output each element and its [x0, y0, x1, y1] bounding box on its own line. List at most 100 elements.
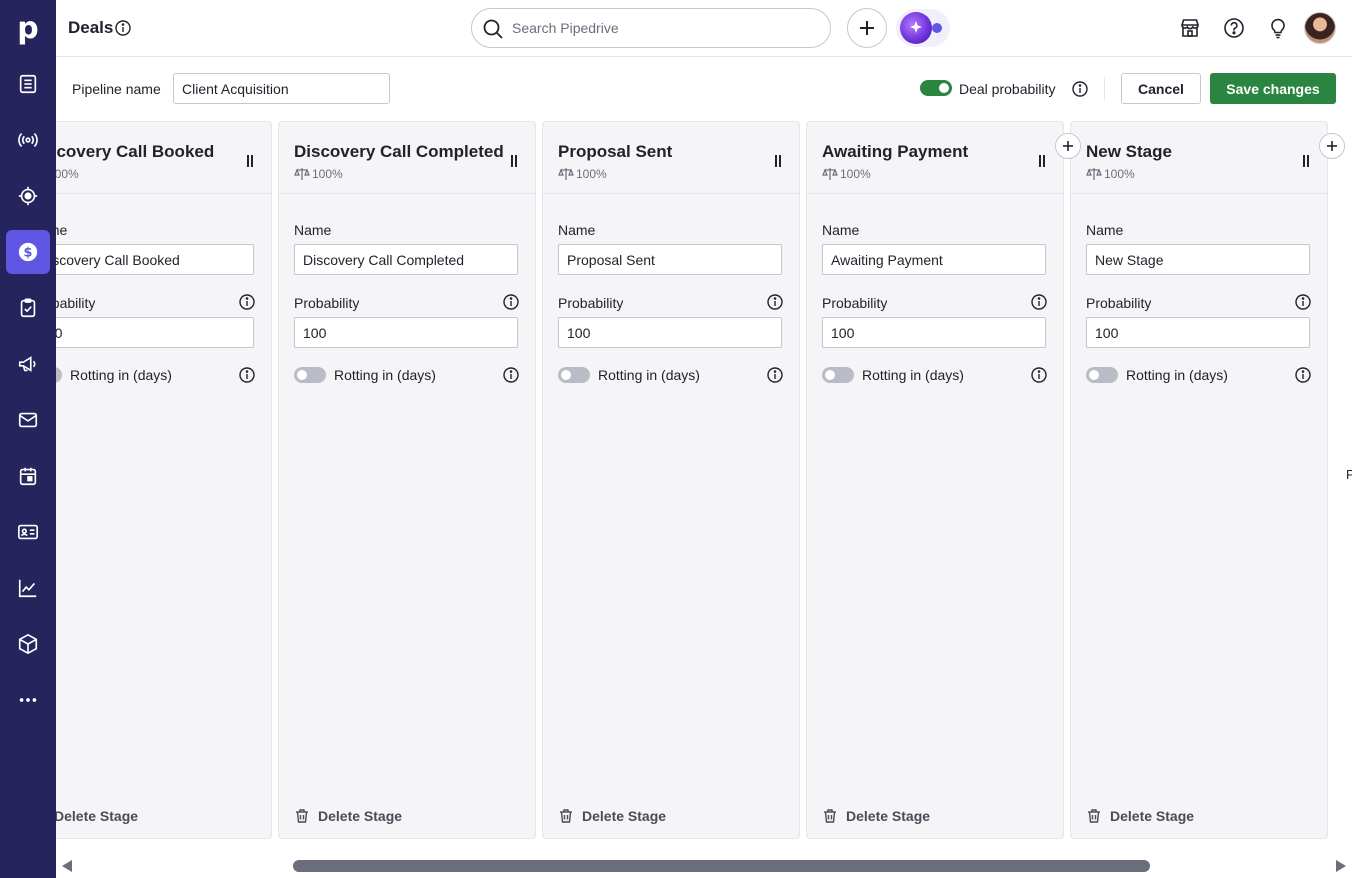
info-icon[interactable] — [766, 366, 784, 389]
rotting-toggle[interactable] — [1086, 367, 1118, 383]
stage-title: Proposal Sent — [558, 142, 673, 161]
nav-mail-icon[interactable] — [6, 398, 50, 442]
scroll-left-arrow-icon[interactable] — [62, 860, 72, 872]
pipedrive-logo[interactable]: p — [0, 0, 56, 56]
rotting-label: Rotting in (days) — [598, 367, 700, 383]
info-icon[interactable] — [1294, 366, 1312, 389]
stage-title: New Stage — [1086, 142, 1172, 161]
rotting-toggle[interactable] — [294, 367, 326, 383]
stage-title: Discovery Call Booked — [56, 142, 215, 161]
cancel-button[interactable]: Cancel — [1121, 73, 1201, 104]
stage-name-input[interactable] — [1086, 244, 1310, 275]
stage-header[interactable]: Discovery Call Completed 100% — [279, 122, 535, 194]
search-input[interactable] — [512, 18, 812, 38]
deal-probability-toggle[interactable] — [920, 80, 952, 96]
drag-handle-icon[interactable] — [247, 155, 253, 167]
delete-stage-button[interactable]: Delete Stage — [1086, 808, 1194, 824]
user-avatar[interactable] — [1304, 12, 1336, 44]
pipeline-settings-bar: Pipeline name Deal probability Cancel Sa… — [56, 57, 1352, 119]
plus-icon — [1327, 141, 1337, 151]
stage-probability: 100% — [822, 167, 871, 181]
nav-megaphone-icon[interactable] — [6, 342, 50, 386]
info-icon[interactable] — [238, 366, 256, 389]
info-icon[interactable] — [1030, 366, 1048, 389]
stage-name-input[interactable] — [558, 244, 782, 275]
lightbulb-icon[interactable] — [1264, 14, 1292, 42]
delete-stage-button[interactable]: Delete Stage — [294, 808, 402, 824]
drag-handle-icon[interactable] — [1039, 155, 1045, 167]
stage-name-input[interactable] — [56, 244, 254, 275]
probability-input[interactable] — [294, 317, 518, 348]
pipeline-name-label: Pipeline name — [72, 81, 161, 97]
stage-title: Awaiting Payment — [822, 142, 969, 161]
top-bar: Deals — [56, 0, 1352, 57]
nav-box-icon[interactable] — [6, 622, 50, 666]
delete-stage-button[interactable]: Delete Stage — [822, 808, 930, 824]
info-icon[interactable] — [1071, 80, 1089, 103]
info-icon[interactable] — [766, 293, 784, 316]
info-icon[interactable] — [1294, 293, 1312, 316]
nav-chart-line-icon[interactable] — [6, 566, 50, 610]
add-stage-button[interactable] — [1055, 133, 1081, 159]
stage-name-input[interactable] — [822, 244, 1046, 275]
delete-stage-button[interactable]: Delete Stage — [558, 808, 666, 824]
stage-name-label: Name — [56, 222, 68, 238]
probability-input[interactable] — [1086, 317, 1310, 348]
scrollbar-thumb[interactable] — [293, 860, 1150, 872]
stage-column: New Stage 100% Name Probability Rotting … — [1070, 121, 1328, 839]
probability-input[interactable] — [558, 317, 782, 348]
marketplace-store-icon[interactable] — [1176, 14, 1204, 42]
scale-icon — [1086, 168, 1102, 180]
rotting-toggle[interactable] — [822, 367, 854, 383]
stage-header[interactable]: Awaiting Payment 100% — [807, 122, 1063, 194]
stage-header[interactable]: Proposal Sent 100% — [543, 122, 799, 194]
probability-label: Probability — [294, 295, 360, 311]
drag-handle-icon[interactable] — [1303, 155, 1309, 167]
trash-icon — [560, 809, 572, 823]
info-icon[interactable] — [114, 19, 132, 42]
stage-header[interactable]: New Stage 100% — [1071, 122, 1327, 194]
delete-stage-button[interactable]: Delete Stage — [56, 808, 138, 824]
plus-icon — [1063, 141, 1073, 151]
info-icon[interactable] — [238, 293, 256, 316]
info-icon[interactable] — [502, 366, 520, 389]
nav-leads-icon[interactable] — [6, 62, 50, 106]
scale-icon — [294, 168, 310, 180]
nav-deals-dollar-icon[interactable]: $ — [6, 230, 50, 274]
drag-handle-icon[interactable] — [511, 155, 517, 167]
rotting-toggle[interactable] — [558, 367, 590, 383]
nav-broadcast-icon[interactable] — [6, 118, 50, 162]
help-question-icon[interactable] — [1220, 14, 1248, 42]
horizontal-scrollbar[interactable] — [56, 854, 1352, 878]
nav-target-icon[interactable] — [6, 174, 50, 218]
stage-name-label: Name — [558, 222, 596, 238]
offscreen-text: P — [1346, 467, 1352, 482]
nav-contact-card-icon[interactable] — [6, 510, 50, 554]
probability-input[interactable] — [822, 317, 1046, 348]
info-icon[interactable] — [1030, 293, 1048, 316]
probability-label: Probability — [56, 295, 96, 311]
scroll-right-arrow-icon[interactable] — [1336, 860, 1346, 872]
drag-handle-icon[interactable] — [775, 155, 781, 167]
page-title: Deals — [68, 18, 114, 37]
stage-header[interactable]: Discovery Call Booked 100% — [56, 122, 271, 194]
nav-more-dots-icon[interactable] — [6, 678, 50, 722]
info-icon[interactable] — [502, 293, 520, 316]
save-changes-button[interactable]: Save changes — [1210, 73, 1336, 104]
search-box[interactable] — [471, 8, 831, 48]
deal-probability-label: Deal probability — [959, 81, 1056, 97]
stage-name-input[interactable] — [294, 244, 518, 275]
add-stage-button[interactable] — [1319, 133, 1345, 159]
probability-input[interactable] — [56, 317, 254, 348]
rotting-label: Rotting in (days) — [70, 367, 172, 383]
nav-calendar-icon[interactable] — [6, 454, 50, 498]
pipeline-name-input[interactable] — [173, 73, 390, 104]
stages-board: Discovery Call Booked 100% Name Probabil… — [56, 119, 1352, 844]
rotting-toggle[interactable] — [56, 367, 62, 383]
nav-clipboard-check-icon[interactable] — [6, 286, 50, 330]
probability-label: Probability — [1086, 295, 1152, 311]
notification-dot — [932, 23, 942, 33]
quick-add-button[interactable] — [847, 8, 887, 48]
trash-icon — [1088, 809, 1100, 823]
ai-assistant-button[interactable] — [896, 9, 950, 47]
